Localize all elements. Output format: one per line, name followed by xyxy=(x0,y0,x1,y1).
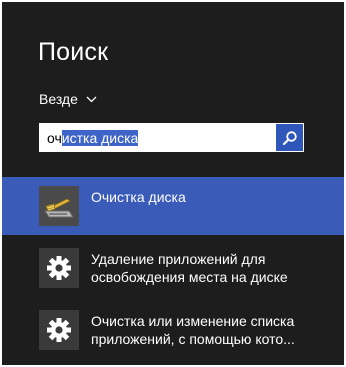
gear-icon xyxy=(39,310,79,350)
gear-icon xyxy=(39,248,79,288)
result-item-disk-cleanup[interactable]: Очистка диска xyxy=(2,177,344,235)
result-title-line-1: Удаление приложений для xyxy=(91,251,266,267)
result-item-manage-apps[interactable]: Очистка или изменение списка приложений,… xyxy=(2,301,344,359)
pane-title: Поиск xyxy=(38,38,109,66)
search-input-selected-text: истка диска xyxy=(61,130,139,146)
result-title-line-2: приложений, с помощью кото... xyxy=(91,331,295,347)
search-button[interactable] xyxy=(276,124,303,151)
results-list: Очистка диска Удаление приложений для ос… xyxy=(2,177,344,359)
disk-cleanup-icon xyxy=(39,186,79,226)
search-icon xyxy=(282,130,297,145)
search-input[interactable]: очистка диска xyxy=(39,123,304,152)
result-title: Очистка диска xyxy=(91,189,186,205)
search-input-text: оч xyxy=(47,130,62,146)
chevron-down-icon xyxy=(86,96,97,102)
search-scope-label: Везде xyxy=(39,91,78,107)
result-title-line-1: Очистка или изменение списка xyxy=(91,313,295,329)
search-scope-dropdown[interactable]: Везде xyxy=(39,91,97,107)
result-item-remove-apps[interactable]: Удаление приложений для освобождения мес… xyxy=(2,239,344,297)
result-title-line-2: освобождения места на диске xyxy=(91,269,288,285)
search-pane: Поиск Везде очистка диска Очистка диска … xyxy=(2,2,344,365)
